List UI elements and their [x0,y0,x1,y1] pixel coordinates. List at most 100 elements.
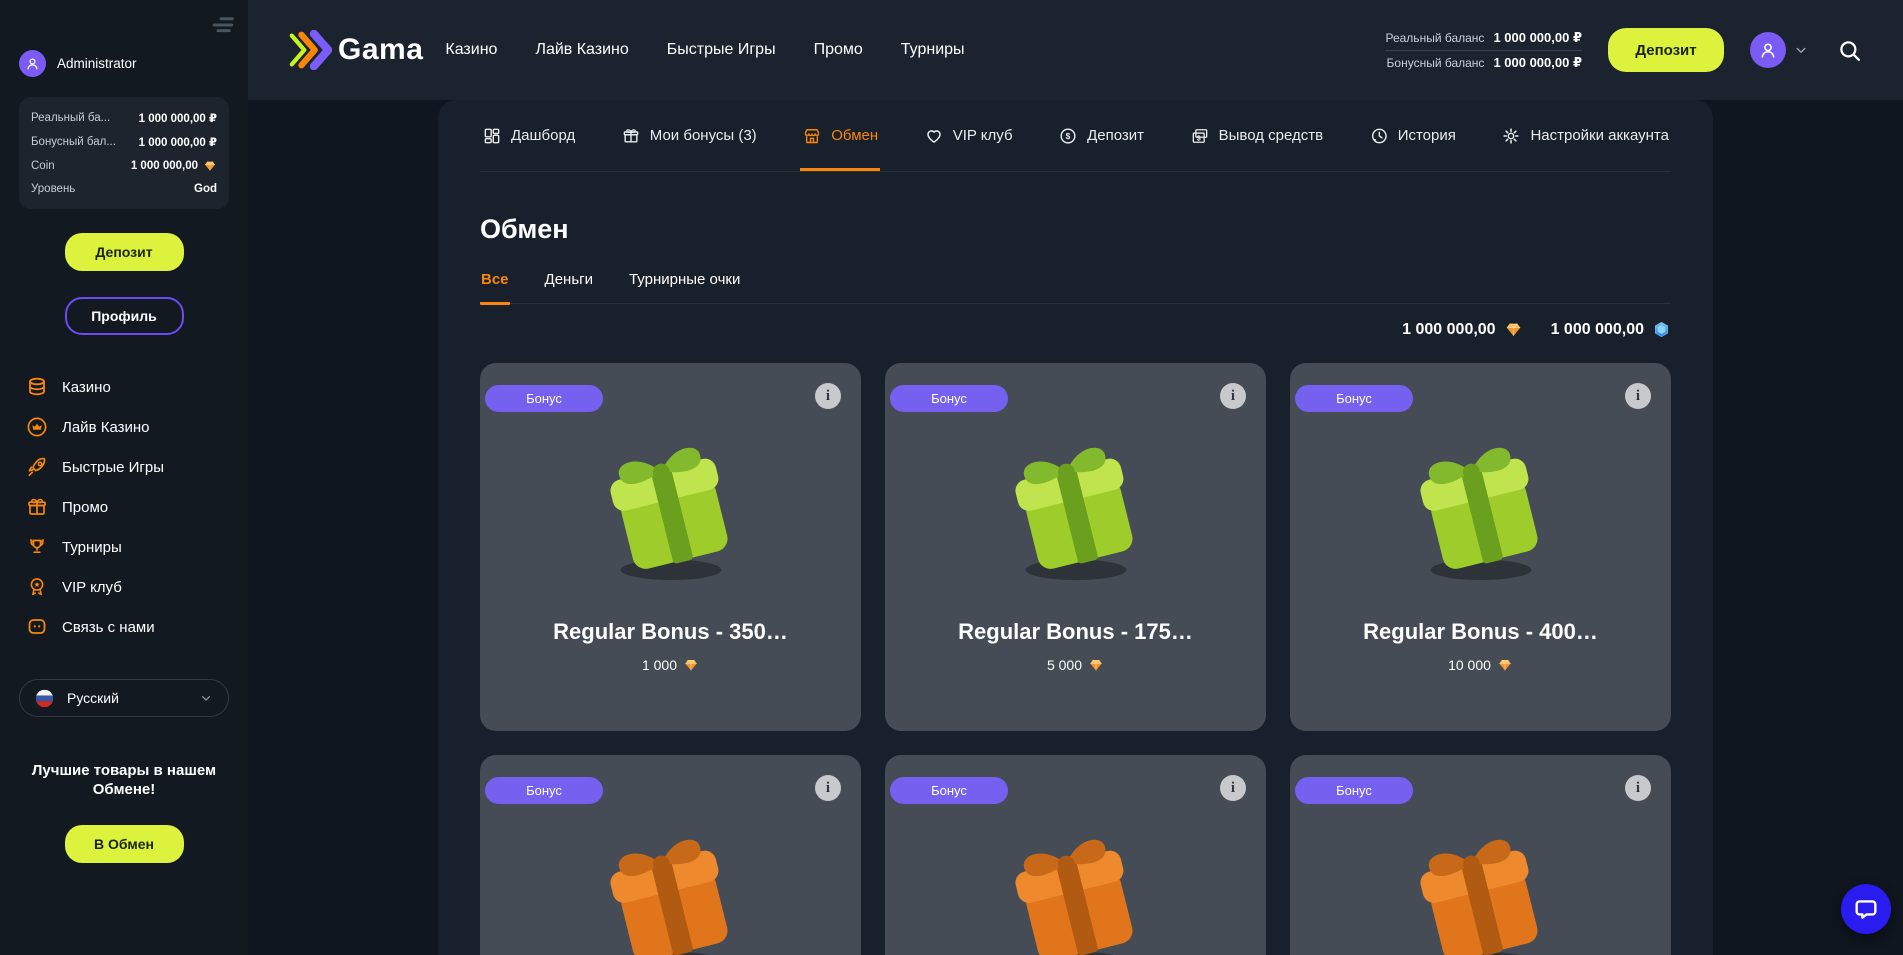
header-balance-label: Реальный баланс [1385,31,1484,45]
sidebar-nav-label: Лайв Казино [62,419,150,436]
tab-icon [1058,126,1078,146]
filter-tab[interactable]: Деньги [544,271,594,305]
bonus-card[interactable]: Бонус i [885,755,1266,955]
info-icon[interactable]: i [1625,383,1651,409]
sidebar-nav-label: Турниры [62,539,122,556]
avatar [19,50,46,77]
tab-icon [1501,126,1521,146]
gem-icon [683,657,699,673]
balance-label: Реальный ба... [31,112,110,124]
account-tabs: Дашборд Мои бонусы (3) Обмен VIP [480,100,1671,172]
account-tab[interactable]: История [1367,100,1458,171]
balance-row: Coin 1 000 000,00 [31,159,217,173]
bonus-badge: Бонус [1295,385,1413,412]
price-value: 5 000 [1047,657,1082,673]
balance-value: 1 000 000,00 ₽ [139,135,217,149]
sidebar-deposit-button[interactable]: Депозит [65,233,184,271]
gift-box-image [587,427,755,595]
balance-label: Уровень [31,183,75,195]
sidebar-nav-icon [25,375,49,399]
bonus-price: 10 000 [1448,657,1513,673]
chat-widget-button[interactable] [1841,884,1891,934]
balance-value: God [194,183,217,195]
account-tab[interactable]: Обмен [800,100,880,171]
tab-label: Дашборд [511,127,575,144]
brand-logo[interactable]: Gama [288,30,423,70]
header-nav-item[interactable]: Промо [814,41,863,59]
sidebar-nav-icon [25,415,49,439]
search-icon[interactable] [1836,37,1863,64]
gem-icon [1088,657,1104,673]
sidebar-nav-item[interactable]: Связь с нами [0,607,248,647]
page-title: Обмен [480,214,1671,245]
info-icon[interactable]: i [815,383,841,409]
filter-tab[interactable]: Турнирные очки [628,271,741,305]
header-nav-item[interactable]: Казино [445,41,497,59]
sidebar-nav-label: Быстрые Игры [62,459,164,476]
account-tab[interactable]: VIP клуб [922,100,1015,171]
language-selector[interactable]: Русский [19,679,229,717]
header-nav-item[interactable]: Быстрые Игры [667,41,776,59]
tab-label: История [1398,127,1456,144]
bonus-card[interactable]: Бонус i [480,755,861,955]
sidebar-nav-item[interactable]: Лайв Казино [0,407,248,447]
account-tab[interactable]: Мои бонусы (3) [619,100,759,171]
menu-toggle-icon[interactable] [206,10,240,40]
info-icon[interactable]: i [815,775,841,801]
sidebar-nav-item[interactable]: Казино [0,367,248,407]
account-tab[interactable]: Дашборд [480,100,577,171]
bonus-card[interactable]: Бонус i Regular Bonus - 400… 10 000 [1290,363,1671,731]
coin-gem-icon [203,159,217,173]
bonus-title: Regular Bonus - 175… [948,619,1203,645]
tab-label: Депозит [1087,127,1144,144]
tab-icon [482,126,502,146]
filter-tab[interactable]: Все [480,271,510,305]
to-exchange-button[interactable]: В Обмен [65,825,184,863]
info-icon[interactable]: i [1220,775,1246,801]
header-deposit-button[interactable]: Депозит [1608,28,1724,72]
sidebar-nav-item[interactable]: VIP клуб [0,567,248,607]
sidebar-nav-item[interactable]: Турниры [0,527,248,567]
header-nav-item[interactable]: Турниры [901,41,965,59]
tab-label: Вывод средств [1219,127,1323,144]
tab-label: VIP клуб [953,127,1013,144]
sidebar-nav-item[interactable]: Промо [0,487,248,527]
sidebar-profile-button[interactable]: Профиль [65,297,184,335]
bonus-card[interactable]: Бонус i Regular Bonus - 350… 1 000 [480,363,861,731]
info-icon[interactable]: i [1220,383,1246,409]
header-nav: Казино Лайв Казино Быстрые Игры Промо Турнир… [445,41,964,59]
language-label: Русский [67,690,186,706]
gem-icon [1652,320,1671,339]
account-tab[interactable]: Настройки аккаунта [1499,100,1671,171]
app-window: Administrator Реальный ба... 1 000 000,0… [0,0,1903,955]
sidebar-nav-label: Казино [62,379,111,396]
balance-row: Реальный ба... 1 000 000,00 ₽ [31,111,217,125]
sidebar-nav-label: Связь с нами [62,619,155,636]
bonus-card[interactable]: Бонус i Regular Bonus - 175… 5 000 [885,363,1266,731]
bonus-badge: Бонус [890,385,1008,412]
user-icon [1757,39,1779,61]
header-nav-item[interactable]: Лайв Казино [535,41,628,59]
header-balances: Реальный баланс 1 000 000,00 ₽ Бонусный … [1385,26,1582,75]
chevron-down-icon [198,690,214,706]
tab-icon [1190,126,1210,146]
bonus-card[interactable]: Бонус i [1290,755,1671,955]
balance-card: Реальный ба... 1 000 000,00 ₽ Бонусный б… [19,97,229,209]
account-tab[interactable]: Вывод средств [1188,100,1325,171]
gift-box-image [992,819,1160,955]
account-menu[interactable] [1750,32,1810,68]
gift-box-image [992,427,1160,595]
sidebar-nav: Казино Лайв Казино Быстрые Игры Промо [0,367,248,647]
bonus-badge: Бонус [485,777,603,804]
chevron-down-icon [1792,41,1810,59]
balance-value: 1 000 000,00 ₽ [139,111,217,125]
balance-row: Бонусный бал... 1 000 000,00 ₽ [31,135,217,149]
sidebar-nav-icon [25,615,49,639]
header: Gama Казино Лайв Казино Быстрые Игры Промо Т… [248,0,1903,100]
account-tab[interactable]: Депозит [1056,100,1146,171]
gem-icon [1504,320,1523,339]
sidebar-nav-item[interactable]: Быстрые Игры [0,447,248,487]
logo-chevrons-icon [288,30,332,70]
info-icon[interactable]: i [1625,775,1651,801]
sidebar-user[interactable]: Administrator [19,50,248,77]
